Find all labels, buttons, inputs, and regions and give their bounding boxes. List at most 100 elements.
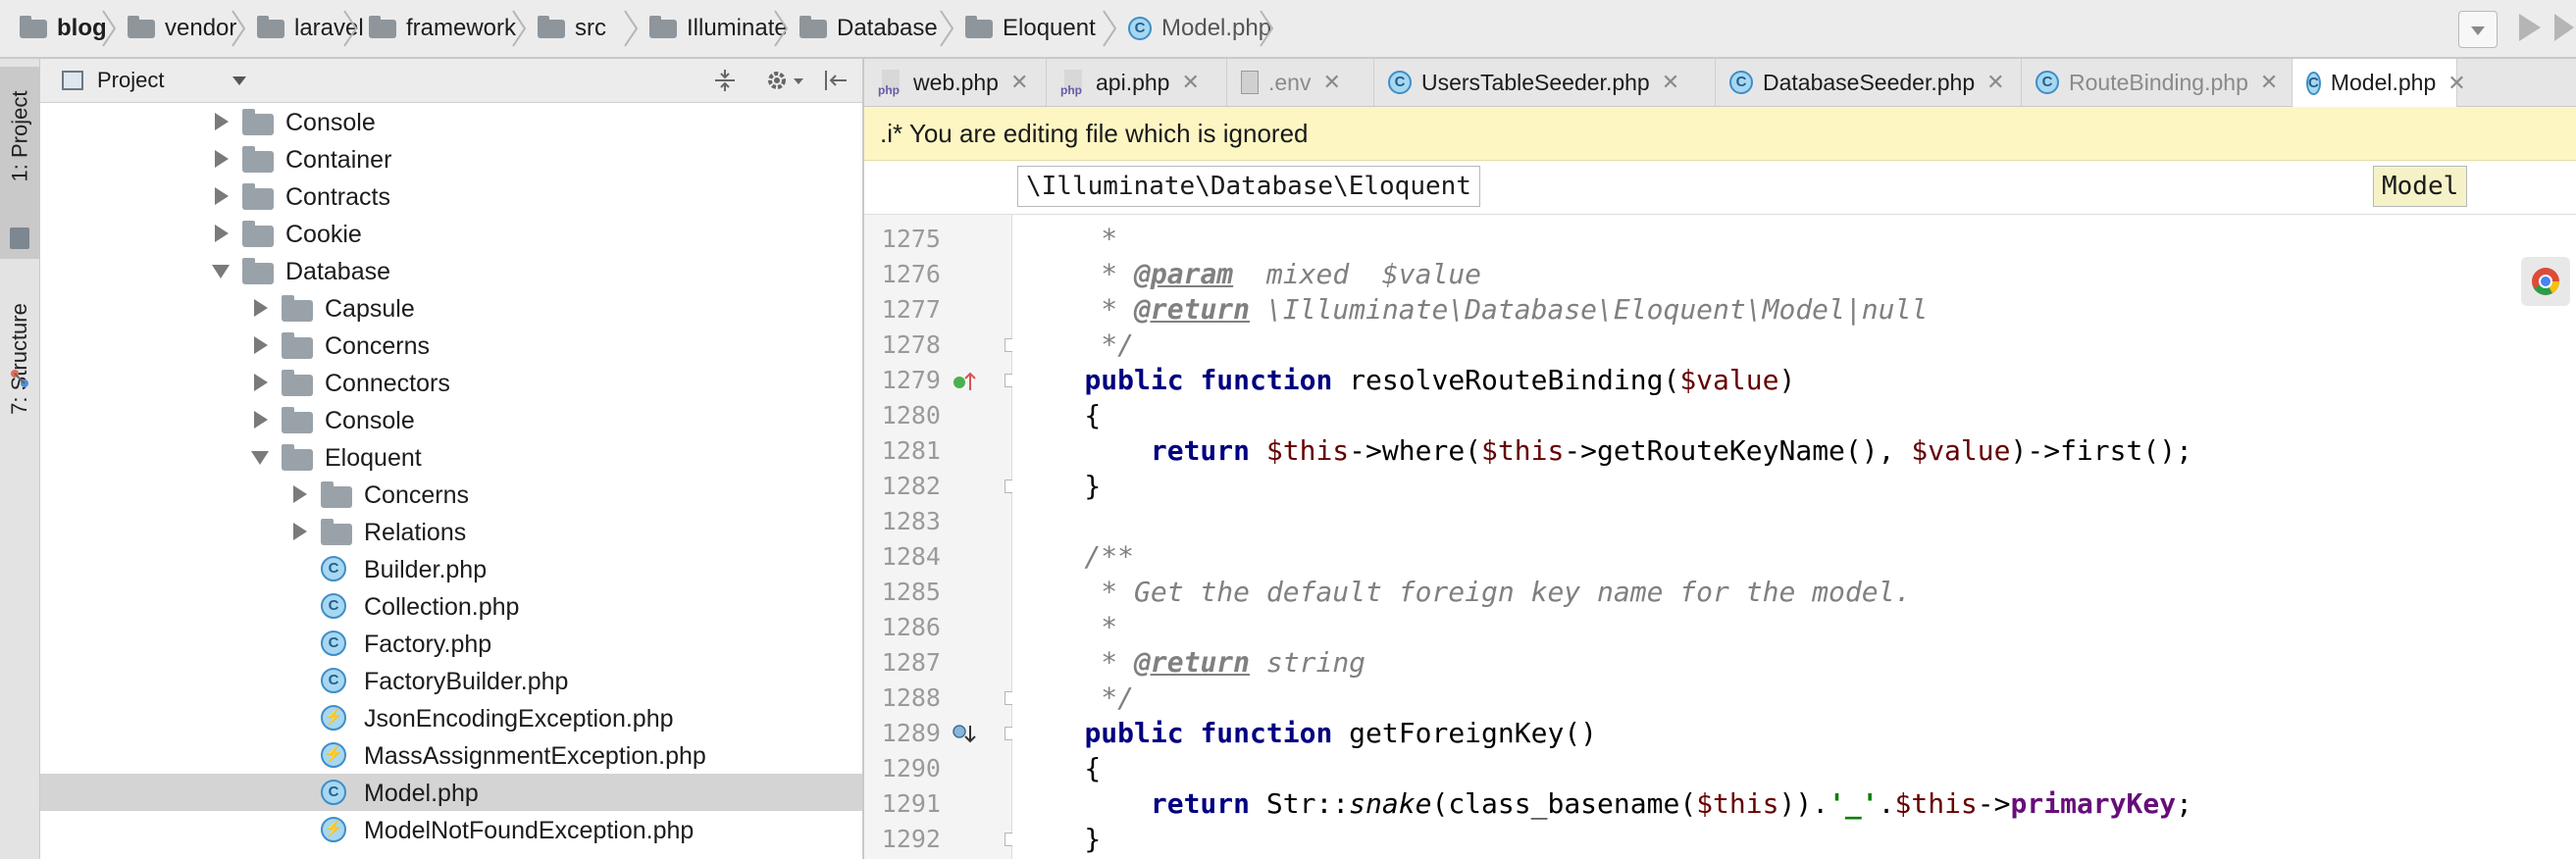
expand-arrow-right-icon[interactable]: [215, 225, 229, 242]
dropdown-box[interactable]: [2458, 11, 2498, 48]
tree-item[interactable]: Contracts: [40, 177, 862, 215]
project-view-title[interactable]: Project: [97, 68, 164, 93]
project-tab-icon: [10, 227, 29, 249]
tree-item[interactable]: C Factory.php: [40, 625, 862, 662]
line-number: 1286: [881, 613, 941, 641]
breadcrumb-item[interactable]: blog: [20, 0, 107, 57]
chevron-right-icon: [940, 10, 954, 47]
tree-item[interactable]: Connectors: [40, 364, 862, 401]
close-icon[interactable]: ✕: [1010, 70, 1028, 95]
breadcrumb-item[interactable]: C Model.php: [1128, 0, 1271, 57]
editor-tab[interactable]: C Model.php ✕: [2293, 59, 2466, 107]
expand-arrow-down-icon[interactable]: [212, 265, 230, 278]
debug-button[interactable]: [2554, 14, 2574, 41]
code-line[interactable]: * @return \Illuminate\Database\Eloquent\…: [1018, 292, 1928, 328]
class-crumb[interactable]: Model: [2373, 166, 2468, 207]
expand-arrow-right-icon[interactable]: [254, 336, 268, 354]
tree-item[interactable]: Concerns: [40, 327, 862, 364]
expand-arrow-right-icon[interactable]: [254, 299, 268, 317]
tree-item[interactable]: Console: [40, 401, 862, 438]
collapse-all-icon[interactable]: [713, 69, 737, 92]
tool-tab-structure[interactable]: 7: Structure: [2, 290, 37, 428]
tree-item[interactable]: C Collection.php: [40, 587, 862, 625]
tool-tab-project[interactable]: 1: Project: [2, 73, 37, 200]
code-line[interactable]: * @return string: [1018, 645, 1365, 681]
tree-item[interactable]: Console: [40, 103, 862, 140]
breadcrumb-item[interactable]: vendor: [128, 0, 236, 57]
close-icon[interactable]: ✕: [1181, 70, 1199, 95]
line-number: 1289: [881, 719, 941, 747]
namespace-crumb[interactable]: \Illuminate\Database\Eloquent: [1017, 166, 1480, 207]
line-number: 1275: [881, 225, 941, 253]
exception-icon: ⚡: [321, 705, 346, 731]
run-config-dropdown[interactable]: [2458, 11, 2498, 48]
tree-item[interactable]: Database: [40, 252, 862, 289]
expand-arrow-right-icon[interactable]: [215, 187, 229, 205]
breadcrumb-item[interactable]: Eloquent: [965, 0, 1096, 57]
expand-arrow-down-icon[interactable]: [251, 451, 269, 465]
code-line[interactable]: */: [1018, 328, 1134, 363]
code-line[interactable]: }: [1018, 469, 1101, 504]
code-line[interactable]: /**: [1018, 539, 1134, 575]
gear-dropdown-icon[interactable]: [794, 78, 803, 84]
editor-tab[interactable]: C RouteBinding.php ✕: [2022, 59, 2293, 106]
tree-item-label: Factory.php: [364, 631, 492, 658]
code-token: {: [1018, 399, 1102, 431]
hide-panel-icon[interactable]: [823, 69, 849, 92]
close-icon[interactable]: ✕: [1662, 70, 1679, 95]
tree-item[interactable]: Container: [40, 140, 862, 177]
code-line[interactable]: *: [1018, 222, 1117, 257]
browser-preview-button[interactable]: [2521, 257, 2570, 306]
code-line[interactable]: public function resolveRouteBinding($val…: [1018, 363, 1795, 398]
code-editor[interactable]: * * @param mixed $value * @return \Illum…: [1012, 215, 2576, 859]
code-line[interactable]: * Get the default foreign key name for t…: [1018, 575, 1911, 610]
code-line[interactable]: {: [1018, 751, 1101, 786]
tree-item[interactable]: C FactoryBuilder.php: [40, 662, 862, 699]
run-button[interactable]: [2519, 14, 2541, 41]
implements-method-icon[interactable]: [953, 722, 978, 745]
close-icon[interactable]: ✕: [2260, 70, 2278, 95]
expand-arrow-right-icon[interactable]: [254, 411, 268, 429]
close-icon[interactable]: ✕: [2447, 71, 2465, 96]
code-line[interactable]: * @param mixed $value: [1018, 257, 1481, 292]
chevron-down-icon[interactable]: [232, 76, 246, 85]
breadcrumb-item[interactable]: Database: [799, 0, 938, 57]
tree-item[interactable]: Eloquent: [40, 438, 862, 476]
tree-item[interactable]: Cookie: [40, 215, 862, 252]
tree-item[interactable]: ⚡ JsonEncodingException.php: [40, 699, 862, 736]
tree-item[interactable]: C Model.php: [40, 774, 862, 811]
tree-item[interactable]: ⚡ ModelNotFoundException.php: [40, 811, 862, 848]
tree-item[interactable]: ⚡ MassAssignmentException.php: [40, 736, 862, 774]
close-icon[interactable]: ✕: [1986, 70, 2004, 95]
breadcrumb-item[interactable]: framework: [369, 0, 516, 57]
tree-item[interactable]: Relations: [40, 513, 862, 550]
code-line[interactable]: }: [1018, 822, 1101, 857]
gear-icon[interactable]: [765, 69, 789, 92]
code-line[interactable]: *: [1018, 610, 1117, 645]
editor-tab[interactable]: .env ✕: [1227, 59, 1374, 106]
chevron-right-icon: [1260, 10, 1274, 47]
code-line[interactable]: return $this->where($this->getRouteKeyNa…: [1018, 433, 2192, 469]
expand-arrow-right-icon[interactable]: [293, 485, 307, 503]
editor-tab[interactable]: php api.php ✕: [1047, 59, 1227, 106]
code-line[interactable]: return Str::snake(class_basename($this))…: [1018, 786, 2192, 822]
editor-tab[interactable]: php web.php ✕: [864, 59, 1047, 106]
tree-item[interactable]: Capsule: [40, 289, 862, 327]
breadcrumb-item[interactable]: src: [538, 0, 606, 57]
editor-tab[interactable]: C DatabaseSeeder.php ✕: [1716, 59, 2022, 106]
code-line[interactable]: {: [1018, 398, 1101, 433]
code-line[interactable]: */: [1018, 681, 1134, 716]
line-number: 1279: [881, 366, 941, 394]
expand-arrow-right-icon[interactable]: [254, 374, 268, 391]
breadcrumb-item[interactable]: Illuminate: [649, 0, 788, 57]
overrides-method-icon[interactable]: [953, 371, 978, 392]
expand-arrow-right-icon[interactable]: [293, 523, 307, 540]
close-icon[interactable]: ✕: [1322, 70, 1340, 95]
expand-arrow-right-icon[interactable]: [215, 113, 229, 130]
tree-item[interactable]: C Builder.php: [40, 550, 862, 587]
expand-arrow-right-icon[interactable]: [215, 150, 229, 168]
code-line[interactable]: public function getForeignKey(): [1018, 716, 1597, 751]
editor-tab[interactable]: C UsersTableSeeder.php ✕: [1374, 59, 1716, 106]
tree-item[interactable]: Concerns: [40, 476, 862, 513]
